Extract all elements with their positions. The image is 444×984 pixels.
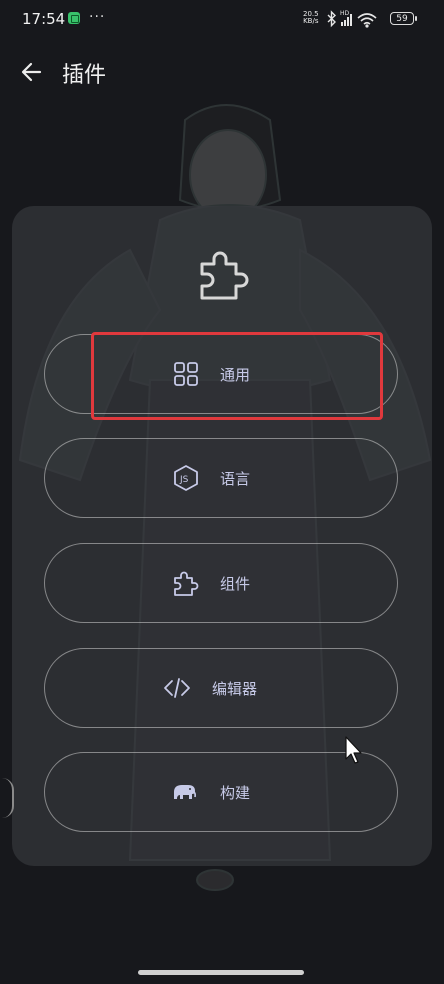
battery-indicator: 59 bbox=[390, 12, 417, 25]
network-speed-unit: KB/s bbox=[303, 17, 319, 25]
menu-item-components[interactable]: 组件 bbox=[44, 543, 398, 623]
network-speed: 20.5 KB/s bbox=[303, 11, 319, 25]
status-bar: 17:54 ··· 20.5 KB/s HD 59 bbox=[0, 0, 444, 38]
elephant-icon bbox=[174, 785, 196, 799]
wifi-icon bbox=[357, 13, 377, 28]
gesture-navigation-bar[interactable] bbox=[138, 970, 304, 975]
status-icons: HD bbox=[327, 10, 377, 28]
app-notification-icon bbox=[68, 12, 80, 24]
svg-text:JS: JS bbox=[179, 475, 189, 485]
menu-item-language[interactable]: JS 语言 bbox=[44, 438, 398, 518]
menu-item-label: 组件 bbox=[220, 575, 251, 593]
status-time: 17:54 bbox=[22, 10, 66, 28]
menu-item-editor[interactable]: 编辑器 bbox=[44, 648, 398, 728]
more-notifications-icon: ··· bbox=[89, 9, 106, 25]
battery-level: 59 bbox=[396, 14, 408, 24]
puzzle-header-icon bbox=[200, 251, 249, 300]
code-icon bbox=[164, 678, 190, 698]
menu-item-label: 语言 bbox=[220, 470, 251, 488]
network-type: HD bbox=[340, 10, 350, 17]
selection-highlight bbox=[91, 332, 383, 420]
js-icon: JS bbox=[174, 465, 198, 491]
menu-item-label: 构建 bbox=[220, 784, 251, 802]
menu-item-label: 编辑器 bbox=[212, 680, 258, 698]
puzzle-icon bbox=[174, 571, 199, 596]
edge-swipe-handle[interactable] bbox=[2, 778, 14, 818]
mouse-pointer-icon bbox=[345, 736, 362, 764]
bluetooth-icon bbox=[327, 10, 337, 28]
